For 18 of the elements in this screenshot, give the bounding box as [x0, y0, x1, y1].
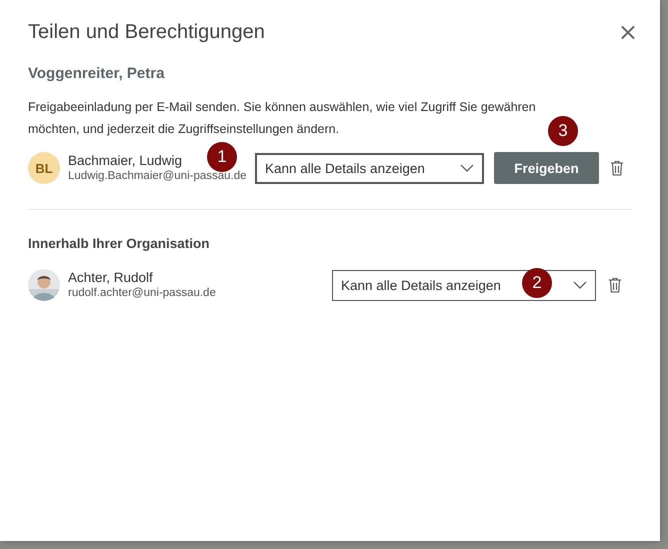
- person-name: Achter, Rudolf: [68, 269, 153, 286]
- owner-name: Voggenreiter, Petra: [28, 65, 166, 82]
- section-heading: Innerhalb Ihrer Organisation: [28, 236, 211, 251]
- step-marker: 1: [207, 142, 237, 172]
- chevron-down-icon: [460, 164, 474, 172]
- dialog-title: Teilen und Berechtigungen: [28, 20, 265, 44]
- permission-dropdown[interactable]: Kann alle Details anzeigen: [255, 152, 484, 184]
- trash-icon[interactable]: [608, 277, 622, 293]
- person-email: rudolf.achter@uni-passau.de: [68, 286, 216, 301]
- close-button[interactable]: ×: [618, 20, 638, 44]
- initials-avatar: BL: [28, 152, 60, 184]
- step-marker: 3: [548, 116, 578, 146]
- description-text: Freigabeeinladung per E-Mail senden. Sie können auswählen, wie viel Zugriff Sie gewähren möchten, und jederzeit die Zugriffseinstellungen ändern.: [28, 99, 537, 138]
- chevron-down-icon: [573, 281, 587, 289]
- trash-icon[interactable]: [610, 160, 624, 176]
- person-name: Bachmaier, Ludwig: [68, 152, 182, 169]
- person-email: Ludwig.Bachmaier@uni-passau.de: [68, 169, 247, 184]
- share-button[interactable]: Freigeben: [494, 152, 599, 184]
